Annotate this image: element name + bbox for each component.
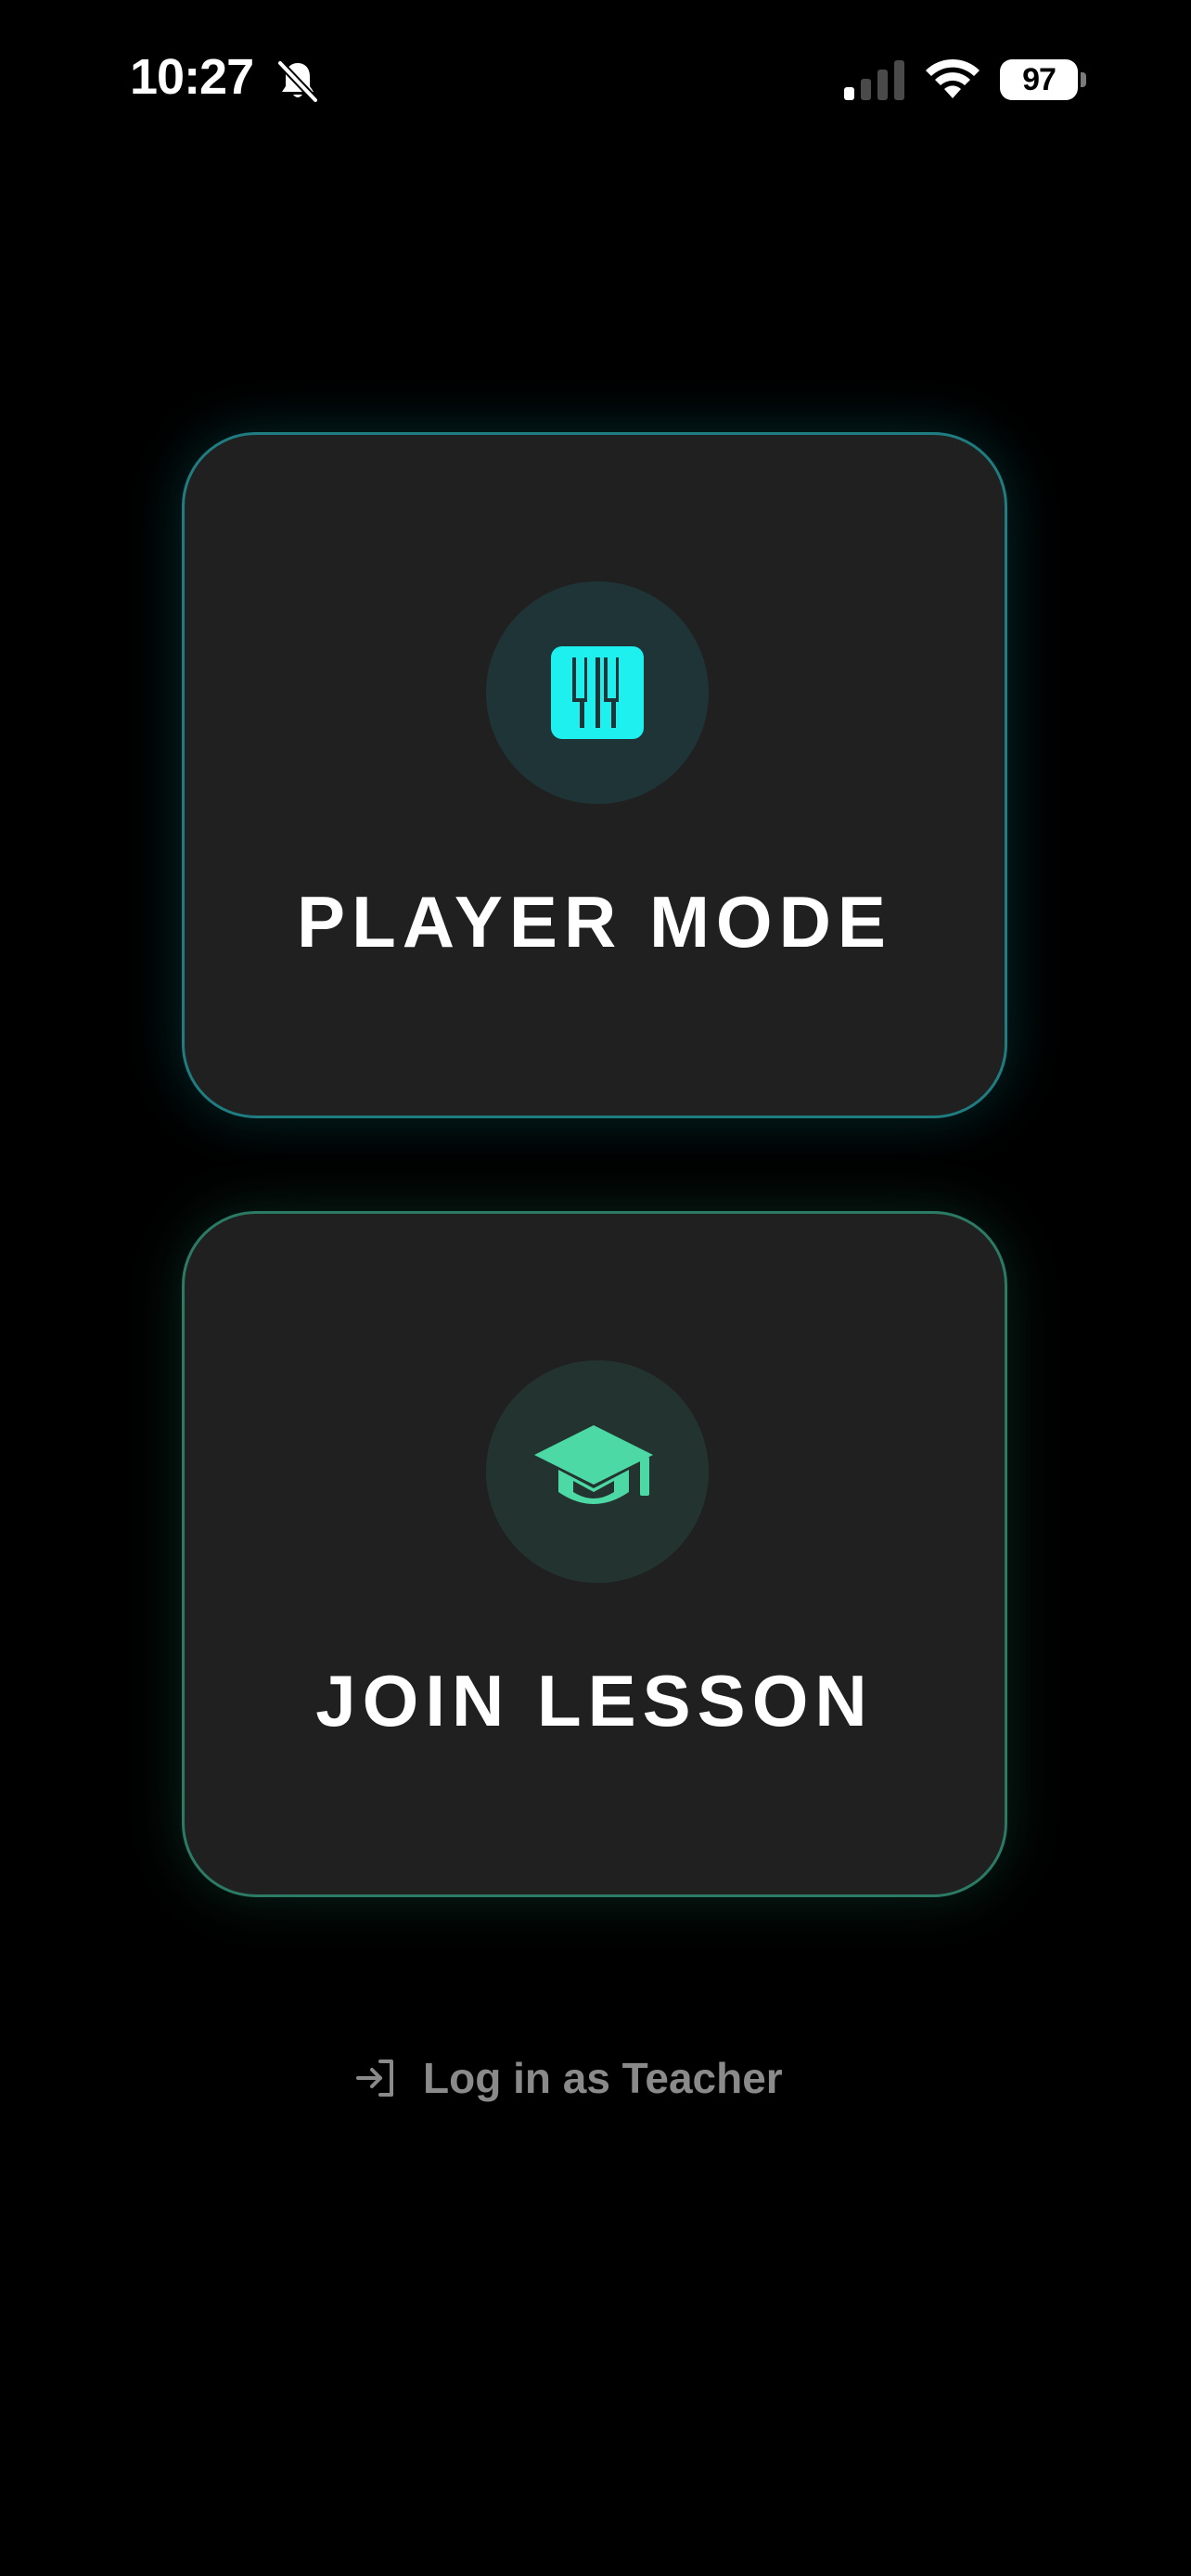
graduation-cap-icon — [534, 1425, 653, 1504]
player-mode-card[interactable]: PLAYER MODE — [182, 432, 1007, 1118]
join-lesson-icon-circle — [486, 1360, 709, 1583]
bell-slash-icon — [277, 60, 318, 103]
teacher-login-link[interactable]: Log in as Teacher — [352, 2046, 783, 2111]
status-time: 10:27 — [130, 49, 254, 105]
player-mode-label: PLAYER MODE — [297, 881, 892, 963]
battery-body: 97 — [1000, 59, 1078, 100]
login-arrow-icon — [356, 2060, 393, 2097]
battery-icon: 97 — [1000, 59, 1086, 100]
piano-keys-icon — [551, 646, 644, 739]
battery-level: 97 — [1022, 61, 1057, 97]
cellular-signal-icon — [844, 60, 904, 100]
battery-cap — [1081, 72, 1086, 87]
status-bar: 10:27 97 — [0, 0, 1191, 158]
join-lesson-label: JOIN LESSON — [315, 1660, 874, 1741]
teacher-login-label: Log in as Teacher — [423, 2054, 783, 2102]
wifi-icon — [926, 58, 980, 98]
player-mode-icon-circle — [486, 581, 709, 804]
join-lesson-card[interactable]: JOIN LESSON — [182, 1211, 1007, 1897]
